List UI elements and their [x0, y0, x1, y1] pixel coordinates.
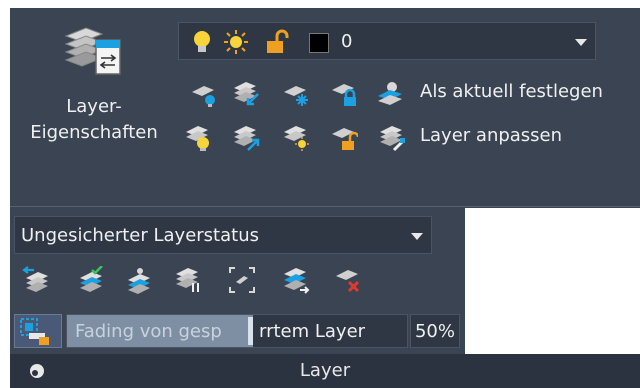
- divider: [10, 206, 640, 207]
- layer-unlock-icon[interactable]: [330, 124, 358, 152]
- layer-on-icon[interactable]: [184, 124, 212, 152]
- panel-title[interactable]: Layer: [10, 360, 640, 381]
- layer-state-value: Ungesicherter Layerstatus: [21, 225, 259, 246]
- layer-unisolate-icon[interactable]: [232, 124, 260, 152]
- layer-off-icon[interactable]: [190, 80, 218, 108]
- chevron-down-icon[interactable]: [411, 233, 423, 240]
- layer-previous-icon[interactable]: [22, 266, 50, 294]
- layer-lock-icon[interactable]: [330, 80, 358, 108]
- layer-walk-icon[interactable]: [126, 266, 154, 294]
- empty-area: [465, 208, 640, 354]
- match-layer-icon[interactable]: [378, 124, 406, 152]
- panel-footer: Layer: [10, 354, 640, 388]
- chevron-down-icon[interactable]: [575, 39, 587, 46]
- color-swatch-icon[interactable]: [309, 33, 329, 53]
- copy-to-layer-icon[interactable]: [282, 266, 310, 294]
- layer-properties-icon: [64, 27, 121, 75]
- locked-layer-fading-icon: [20, 318, 49, 345]
- padlock-unlocked-icon[interactable]: [265, 29, 289, 55]
- fading-percent-field[interactable]: 50%: [410, 314, 460, 348]
- layer-thaw-icon[interactable]: [282, 124, 310, 152]
- match-layer-label[interactable]: Layer anpassen: [420, 125, 562, 146]
- layer-dropdown[interactable]: 0: [178, 22, 596, 60]
- fading-label-rest: rrtem Layer: [259, 321, 366, 342]
- layer-freeze-icon[interactable]: [282, 80, 310, 108]
- merge-layer-icon[interactable]: [174, 266, 202, 294]
- layer-state-dropdown[interactable]: Ungesicherter Layerstatus: [14, 216, 432, 254]
- layer-states-icon[interactable]: [78, 266, 106, 294]
- big-button-label-line1: Layer-: [66, 96, 122, 117]
- select-layer-icon[interactable]: [228, 266, 256, 294]
- layer-dropdown-value: 0: [341, 31, 353, 52]
- locked-layer-fading-toggle[interactable]: [14, 314, 62, 348]
- big-button-label-line2: Eigenschaften: [30, 122, 158, 143]
- delete-layer-icon[interactable]: [334, 266, 362, 294]
- fading-label-highlighted: Fading von gesp: [75, 321, 222, 342]
- layer-isolate-icon[interactable]: [232, 80, 260, 108]
- layer-panel: Layer- Eigenschaften 0 Als aktuell festl…: [0, 0, 640, 388]
- sun-thaw-icon[interactable]: [223, 29, 249, 55]
- make-current-label[interactable]: Als aktuell festlegen: [420, 81, 603, 102]
- layer-properties-button[interactable]: Layer- Eigenschaften: [14, 18, 174, 168]
- fading-slider[interactable]: Fading von gesp rrtem Layer: [66, 314, 408, 348]
- make-current-icon[interactable]: [376, 80, 404, 108]
- fading-slider-thumb[interactable]: [248, 317, 253, 345]
- light-bulb-on-icon[interactable]: [191, 29, 213, 55]
